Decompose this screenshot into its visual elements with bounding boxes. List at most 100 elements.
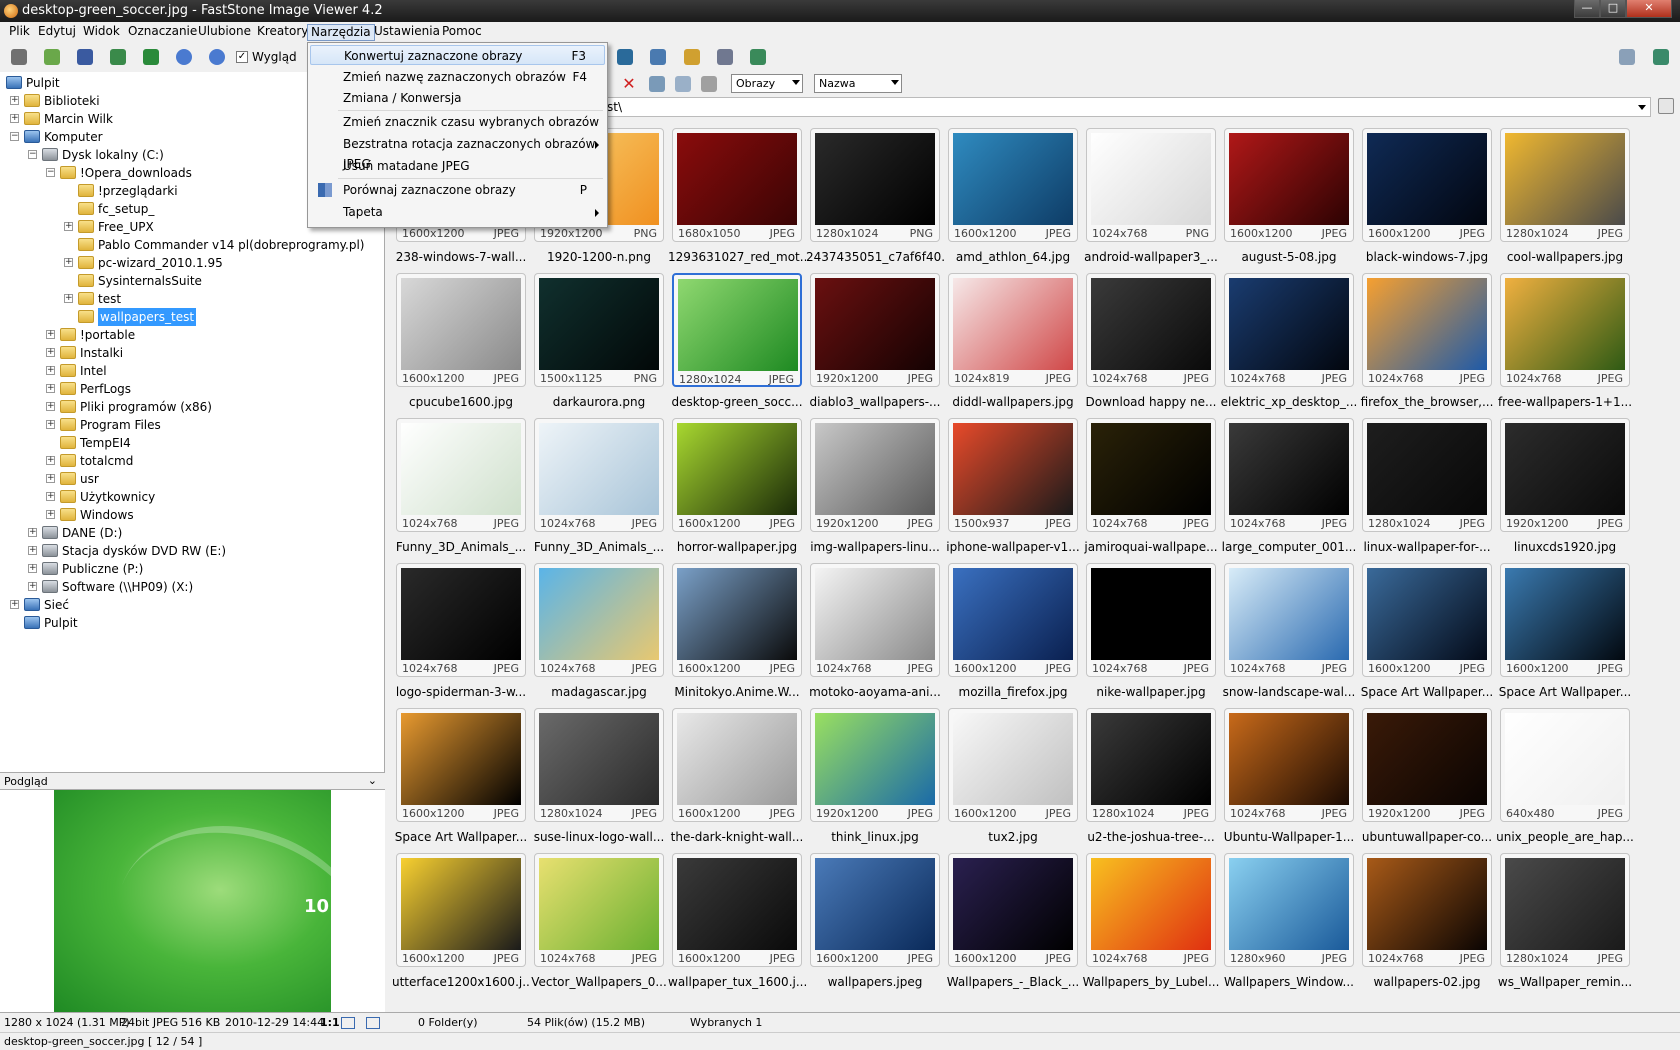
thumbnail[interactable]: 1024x768 JPEG	[810, 563, 940, 677]
status-ratio[interactable]: 1:1	[320, 1016, 340, 1029]
tree-item[interactable]: Pablo Commander v14 pl(dobreprogramy.pl)	[0, 236, 380, 254]
tree-item[interactable]: + pc-wizard_2010.1.95	[0, 254, 380, 272]
appearance-checkbox[interactable]: ✓	[236, 51, 248, 63]
thumbnail[interactable]: 1280x1024 JPEG	[672, 273, 802, 387]
tree-expander-icon[interactable]: +	[46, 384, 55, 393]
thumbnail-caption[interactable]: cool-wallpapers.jpg	[1496, 250, 1634, 264]
thumbnail-caption[interactable]: firefox_the_browser,...	[1358, 395, 1496, 409]
list-view-icon[interactable]	[698, 74, 720, 94]
thumbnail-caption[interactable]: Space Art Wallpaper...	[1496, 685, 1634, 699]
thumbnail-caption[interactable]: ws_Wallpaper_remin...	[1496, 975, 1634, 989]
delete-icon[interactable]: ✕	[618, 74, 640, 94]
thumbnail[interactable]: 1920x1200 JPEG	[1362, 708, 1492, 822]
tree-item[interactable]: + PerfLogs	[0, 380, 380, 398]
thumbnail[interactable]: 1920x1200 JPEG	[810, 708, 940, 822]
thumbnail-caption[interactable]: wallpapers-02.jpg	[1358, 975, 1496, 989]
thumbnail[interactable]: 1024x768 JPEG	[1086, 273, 1216, 387]
zoom-in-icon[interactable]	[173, 47, 195, 67]
tree-item[interactable]: + Publiczne (P:)	[0, 560, 380, 578]
thumbnail-caption[interactable]: motoko-aoyama-ani...	[806, 685, 944, 699]
thumbnail[interactable]: 1280x960 JPEG	[1224, 853, 1354, 967]
thumbnail[interactable]: 1600x1200 JPEG	[1500, 563, 1630, 677]
menu-edytuj[interactable]: Edytuj	[35, 24, 79, 41]
tree-expander-icon[interactable]: +	[46, 510, 55, 519]
menu-oznaczanie[interactable]: Oznaczanie	[125, 24, 200, 41]
menu-widok[interactable]: Widok	[80, 24, 123, 41]
tree-expander-icon[interactable]: +	[10, 600, 19, 609]
thumbnail-caption[interactable]: free-wallpapers-1+1...	[1496, 395, 1634, 409]
tree-expander-icon[interactable]: +	[64, 222, 73, 231]
thumbnail-caption[interactable]: Funny_3D_Animals_...	[392, 540, 530, 554]
thumbnail-caption[interactable]: wallpapers.jpeg	[806, 975, 944, 989]
thumbnail-caption[interactable]: nike-wallpaper.jpg	[1082, 685, 1220, 699]
thumbnail[interactable]: 1280x1024 PNG	[810, 128, 940, 242]
thumbnail-caption[interactable]: suse-linux-logo-wall...	[530, 830, 668, 844]
trash-icon[interactable]	[1658, 98, 1674, 114]
thumbnail-caption[interactable]: Vector_Wallpapers_0...	[530, 975, 668, 989]
thumbnail-caption[interactable]: unix_people_are_hap...	[1496, 830, 1634, 844]
layout-icon[interactable]	[1616, 47, 1638, 67]
thumbnail-caption[interactable]: 1920-1200-n.png	[530, 250, 668, 264]
thumbnail-caption[interactable]: cpucube1600.jpg	[392, 395, 530, 409]
close-button[interactable]: ✕	[1626, 0, 1672, 18]
tree-item[interactable]: SysinternalsSuite	[0, 272, 380, 290]
thumbnail[interactable]: 1600x1200 JPEG	[672, 853, 802, 967]
dropdown-item[interactable]: Usuń matadane JPEG	[310, 156, 605, 176]
tree-expander-icon[interactable]: +	[46, 420, 55, 429]
tree-item[interactable]: + Instalki	[0, 344, 380, 362]
thumbnail-caption[interactable]: Space Art Wallpaper...	[1358, 685, 1496, 699]
thumbnail[interactable]: 1024x768 JPEG	[534, 563, 664, 677]
thumbnail[interactable]: 1600x1200 JPEG	[948, 128, 1078, 242]
thumbnail[interactable]: 1024x768 JPEG	[1362, 853, 1492, 967]
tree-item[interactable]: + Intel	[0, 362, 380, 380]
thumbnail-caption[interactable]: linuxcds1920.jpg	[1496, 540, 1634, 554]
thumbnail-caption[interactable]: black-windows-7.jpg	[1358, 250, 1496, 264]
tree-item[interactable]: TempEI4	[0, 434, 380, 452]
thumbnail-caption[interactable]: desktop-green_socc...	[668, 395, 806, 409]
fullscreen-icon[interactable]	[1650, 47, 1672, 67]
tree-item[interactable]: + test	[0, 290, 380, 308]
dropdown-item[interactable]: Tapeta	[310, 202, 605, 222]
minimize-button[interactable]: —	[1574, 0, 1600, 18]
thumbnail[interactable]: 1024x768 JPEG	[534, 853, 664, 967]
thumbnail-caption[interactable]: tux2.jpg	[944, 830, 1082, 844]
tree-expander-icon[interactable]: +	[46, 474, 55, 483]
thumbnail-caption[interactable]: Funny_3D_Animals_...	[530, 540, 668, 554]
thumbnail[interactable]: 1024x768 JPEG	[534, 418, 664, 532]
sort-select[interactable]: Nazwa	[814, 74, 902, 93]
thumbnail[interactable]: 1024x768 JPEG	[1086, 563, 1216, 677]
tree-expander-icon[interactable]: +	[64, 258, 73, 267]
thumbnail[interactable]: 1024x768 JPEG	[1224, 563, 1354, 677]
menu-ustawienia[interactable]: Ustawienia	[371, 24, 443, 41]
tree-item[interactable]: + !portable	[0, 326, 380, 344]
tree-item[interactable]: + DANE (D:)	[0, 524, 380, 542]
tree-expander-icon[interactable]: +	[46, 330, 55, 339]
thumbnail-caption[interactable]: jamiroquai-wallpape...	[1082, 540, 1220, 554]
tree-expander-icon[interactable]: +	[28, 564, 37, 573]
thumbnail-caption[interactable]: mozilla_firefox.jpg	[944, 685, 1082, 699]
dropdown-item[interactable]: Bezstratna rotacja zaznaczonych obrazów …	[310, 134, 605, 171]
tree-item[interactable]: + totalcmd	[0, 452, 380, 470]
batch-icon[interactable]	[747, 47, 769, 67]
tree-expander-icon[interactable]: +	[46, 348, 55, 357]
thumbnail[interactable]: 1024x768 JPEG	[1224, 273, 1354, 387]
tree-item[interactable]: + usr	[0, 470, 380, 488]
thumbnail[interactable]: 1600x1200 JPEG	[672, 418, 802, 532]
thumbnail-caption[interactable]: the-dark-knight-wall...	[668, 830, 806, 844]
thumbnail[interactable]: 1600x1200 JPEG	[396, 273, 526, 387]
thumbnail-caption[interactable]: large_computer_001...	[1220, 540, 1358, 554]
thumbnail-caption[interactable]: android-wallpaper3_...	[1082, 250, 1220, 264]
dropdown-item[interactable]: Porównaj zaznaczone obrazy P	[310, 180, 605, 200]
tree-item[interactable]: + Software (\\HP09) (X:)	[0, 578, 380, 596]
tree-expander-icon[interactable]: +	[10, 114, 19, 123]
thumbnail[interactable]: 1024x768 JPEG	[396, 563, 526, 677]
menu-ulubione[interactable]: Ulubione	[195, 24, 254, 41]
thumbnail-caption[interactable]: snow-landscape-wal...	[1220, 685, 1358, 699]
thumbnail-caption[interactable]: logo-spiderman-3-w...	[392, 685, 530, 699]
thumbnail[interactable]: 1024x768 JPEG	[1086, 853, 1216, 967]
thumbnail-caption[interactable]: diablo3_wallpapers-...	[806, 395, 944, 409]
thumbnail[interactable]: 1600x1200 JPEG	[1362, 563, 1492, 677]
slideshow-icon[interactable]	[614, 47, 636, 67]
tree-item[interactable]: + Pliki programów (x86)	[0, 398, 380, 416]
thumbnail-caption[interactable]: amd_athlon_64.jpg	[944, 250, 1082, 264]
